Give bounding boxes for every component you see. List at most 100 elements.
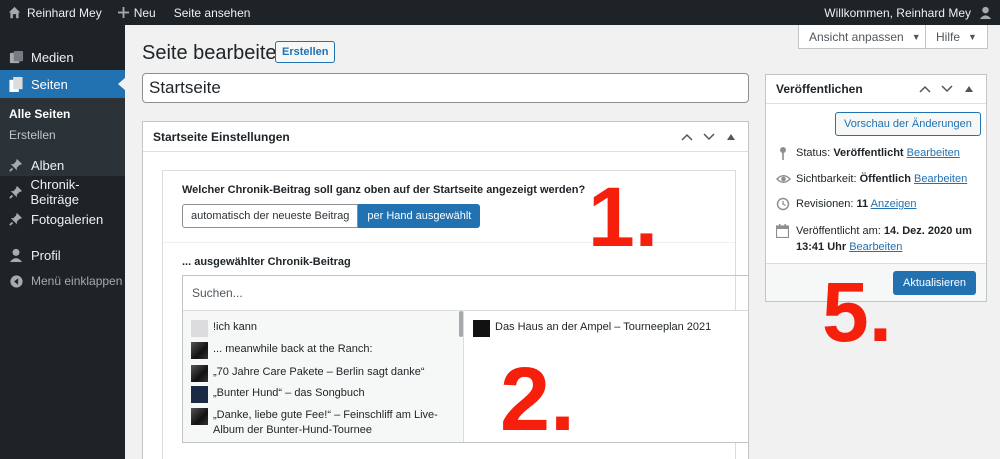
sidebar-item-label: Fotogalerien (31, 211, 104, 227)
list-item[interactable]: Das Haus an der Ampel – Tourneeplan 2021 (473, 320, 733, 337)
sidebar-item-chronicle[interactable]: Chronik-Beiträge (0, 177, 125, 207)
caret-down-icon: ▼ (968, 31, 977, 42)
visibility-value: Öffentlich (859, 173, 911, 185)
annotation-1: 1. (588, 170, 659, 264)
move-down-icon[interactable] (702, 130, 716, 144)
toggle-panel-icon[interactable] (962, 82, 976, 96)
metabox-title: Veröffentlichen (776, 82, 863, 96)
page-title: Seite bearbeiten (142, 42, 288, 64)
revisions-label: Revisionen: (796, 198, 854, 210)
scrollbar-thumb[interactable] (459, 311, 463, 337)
pin-icon (776, 146, 790, 160)
visibility-row: Sichtbarkeit: Öffentlich Bearbeiten (775, 171, 967, 187)
sidebar-item-pages[interactable]: Seiten (0, 70, 126, 98)
annotation-5: 5. (822, 265, 893, 359)
collapse-menu-button[interactable]: Menü einklappen (0, 267, 125, 295)
add-new-page-button[interactable]: Erstellen (275, 41, 336, 63)
thumbnail (191, 320, 208, 337)
sidebar-item-label: Seiten (31, 76, 68, 92)
view-page-label: Seite ansehen (173, 5, 251, 20)
edit-status-link[interactable]: Bearbeiten (907, 147, 960, 159)
list-item-label: „Danke, liebe gute Fee!“ – Feinschliff a… (213, 409, 438, 436)
list-item[interactable]: „Danke, liebe gute Fee!“ – Feinschliff a… (191, 408, 451, 438)
history-icon (776, 197, 790, 211)
update-button[interactable]: Aktualisieren (893, 271, 976, 295)
calendar-icon (775, 224, 790, 239)
screen-options-button[interactable]: Ansicht anpassen ▼ (798, 25, 932, 49)
edit-date-link[interactable]: Bearbeiten (849, 241, 902, 253)
selected-post-label: ... ausgewählter Chronik-Beitrag (182, 256, 351, 268)
available-posts-list[interactable]: !ich kann ... meanwhile back at the Ranc… (183, 311, 464, 442)
status-value: Veröffentlicht (833, 147, 904, 159)
plus-icon (117, 7, 129, 18)
sidebar-item-label: Medien (31, 49, 74, 65)
list-item-label: ... meanwhile back at the Ranch: (213, 343, 373, 355)
site-link[interactable]: Reinhard Mey (0, 0, 108, 25)
preview-changes-button[interactable]: Vorschau der Änderungen (835, 112, 981, 136)
thumbnail (191, 342, 208, 359)
post-picker: Suchen... !ich kann ... meanwhile back a… (182, 275, 749, 443)
search-input[interactable]: Suchen... (183, 276, 748, 311)
collapse-icon (8, 273, 24, 289)
published-label: Veröffentlicht am: (796, 225, 881, 237)
manual-option[interactable]: per Hand ausgewählt (358, 204, 481, 228)
status-label: Status: (796, 147, 831, 159)
list-item-label: !ich kann (213, 321, 258, 333)
move-up-icon[interactable] (918, 82, 932, 96)
list-item[interactable]: „70 Jahre Care Pakete – Berlin sagt dank… (191, 365, 451, 382)
help-label: Hilfe (936, 29, 961, 44)
move-up-icon[interactable] (680, 130, 694, 144)
status-row: Status: Veröffentlicht Bearbeiten (776, 145, 960, 161)
sidebar-item-label: Menü einklappen (31, 274, 123, 288)
mode-toggle-group: automatisch der neueste Beitrag per Hand… (182, 204, 481, 228)
new-label: Neu (133, 5, 156, 20)
sidebar-item-galleries[interactable]: Fotogalerien (0, 205, 125, 233)
visibility-label: Sichtbarkeit: (796, 173, 857, 185)
sidebar-item-albums[interactable]: Alben (0, 151, 125, 179)
submenu-add-page[interactable]: Erstellen (9, 128, 56, 142)
view-page-link[interactable]: Seite ansehen (168, 0, 257, 25)
help-button[interactable]: Hilfe ▼ (925, 25, 988, 49)
account-menu[interactable]: Willkommen, Reinhard Mey (818, 0, 1000, 25)
published-date-row: Veröffentlicht am: 14. Dez. 2020 um 13:4… (775, 223, 976, 255)
thumbnail (191, 408, 208, 425)
list-item-label: „Bunter Hund“ – das Songbuch (213, 387, 365, 399)
sidebar-item-label: Profil (31, 247, 61, 263)
new-content-link[interactable]: Neu (112, 0, 162, 25)
admin-bar: Reinhard Mey Neu Seite ansehen Willkomme… (0, 0, 1000, 25)
annotation-2: 2. (500, 350, 576, 450)
eye-icon (775, 172, 792, 186)
browse-revisions-link[interactable]: Anzeigen (871, 198, 917, 210)
pin-icon (8, 211, 24, 227)
home-icon (8, 6, 21, 19)
question-label: Welcher Chronik-Beitrag soll ganz oben a… (182, 184, 586, 196)
move-down-icon[interactable] (940, 82, 954, 96)
submenu-all-pages[interactable]: Alle Seiten (9, 107, 70, 121)
revisions-row: Revisionen: 11 Anzeigen (776, 196, 917, 212)
pin-icon (8, 157, 24, 173)
list-item-label: „70 Jahre Care Pakete – Berlin sagt dank… (213, 366, 425, 378)
caret-down-icon: ▼ (911, 31, 921, 42)
toggle-panel-icon[interactable] (724, 130, 738, 144)
thumbnail (191, 365, 208, 382)
metabox-header: Veröffentlichen (766, 75, 986, 104)
published-time: 13:41 Uhr (796, 241, 847, 253)
screen-options-label: Ansicht anpassen (809, 29, 904, 44)
sidebar-item-media[interactable]: Medien (0, 43, 125, 71)
thumbnail (473, 320, 490, 337)
list-item[interactable]: „Bunter Hund“ – das Songbuch (191, 386, 451, 403)
auto-latest-option[interactable]: automatisch der neueste Beitrag (182, 204, 359, 228)
published-date: 14. Dez. 2020 um (883, 225, 972, 237)
list-item-label: Das Haus an der Ampel – Tourneeplan 2021 (495, 321, 712, 333)
thumbnail (191, 386, 208, 403)
media-icon (8, 49, 24, 65)
sidebar-item-profile[interactable]: Profil (0, 241, 125, 269)
post-title-input[interactable]: Startseite (142, 73, 749, 103)
list-item[interactable]: !ich kann (191, 320, 451, 337)
list-item[interactable]: ... meanwhile back at the Ranch: (191, 342, 451, 359)
sidebar-item-label: Alben (31, 157, 65, 173)
greeting: Willkommen, Reinhard Mey (824, 5, 971, 20)
metabox-title: Startseite Einstellungen (153, 129, 290, 144)
edit-visibility-link[interactable]: Bearbeiten (914, 173, 967, 185)
user-icon (8, 247, 24, 263)
